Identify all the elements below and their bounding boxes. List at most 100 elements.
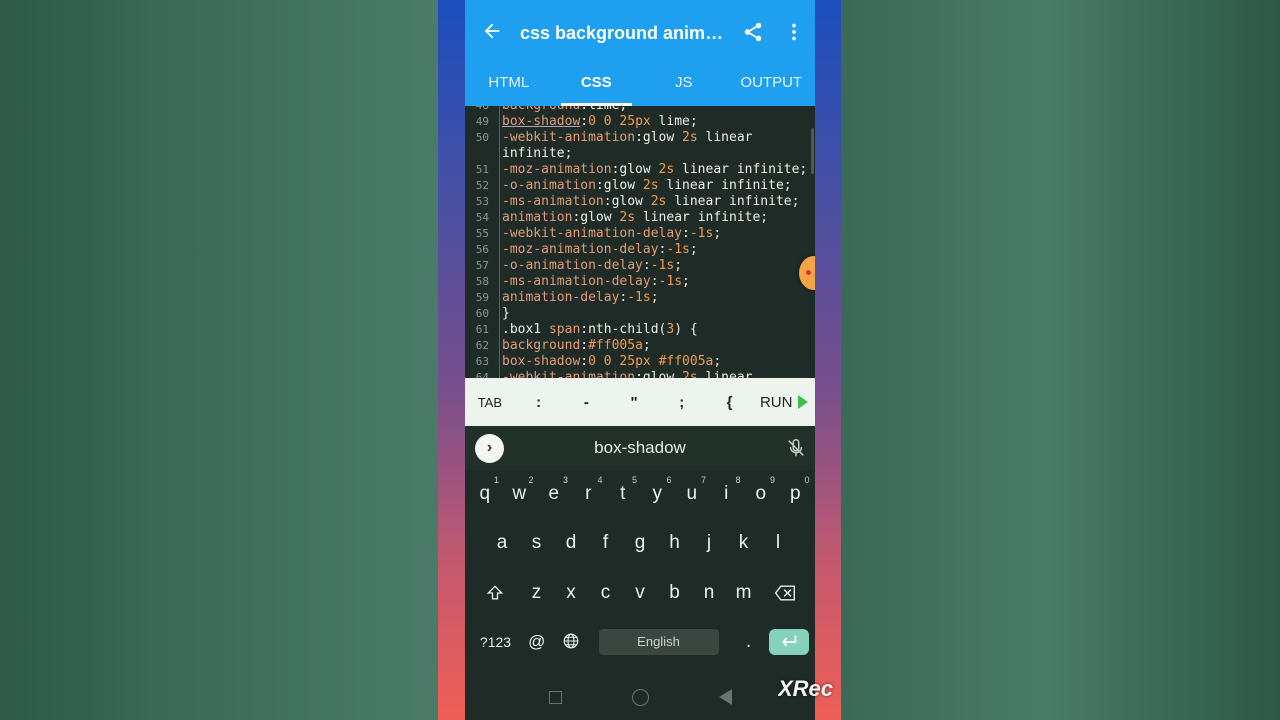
key-e[interactable]: e3	[537, 474, 572, 514]
line-number: 50	[475, 131, 489, 144]
code-line: 62 background:#ff005a;	[465, 338, 815, 354]
code-line: 58 -ms-animation-delay:-1s;	[465, 274, 815, 290]
line-number: 60	[475, 307, 489, 320]
key-letter: t	[620, 483, 626, 504]
line-number: 49	[475, 115, 489, 128]
key-m[interactable]: m	[726, 573, 761, 613]
code-line: 51 -moz-animation:glow 2s linear infinite…	[465, 162, 815, 178]
share-icon[interactable]	[742, 21, 764, 43]
run-button[interactable]: RUN	[753, 394, 815, 411]
key-u[interactable]: u7	[675, 474, 710, 514]
recorder-watermark: XRec	[778, 676, 834, 701]
key-g[interactable]: g	[623, 523, 658, 563]
code-line: 52 -o-animation:glow 2s linear infinite;	[465, 178, 815, 194]
backspace-key[interactable]	[761, 573, 809, 613]
more-vert-icon[interactable]	[783, 21, 805, 43]
tab-html[interactable]: HTML	[465, 66, 553, 106]
code-token: -1s	[650, 258, 675, 273]
line-code: box-shadow:0 0 25px #ff005a;	[493, 354, 721, 370]
code-line: 60}	[465, 306, 815, 322]
line-code: -ms-animation:glow 2s linear infinite;	[493, 194, 799, 210]
key-x[interactable]: x	[554, 573, 589, 613]
key-v[interactable]: v	[623, 573, 658, 613]
code-line: infinite;	[465, 146, 815, 162]
code-editor[interactable]: 48background:lime;49box-shadow:0 0 25px …	[465, 106, 815, 378]
key-a[interactable]: a	[485, 523, 520, 563]
symbol-brace-key[interactable]: {	[706, 394, 754, 411]
code-token: -webkit-animation	[502, 370, 636, 378]
key-y[interactable]: y6	[640, 474, 675, 514]
code-token: animation	[502, 210, 573, 225]
line-number: 64	[475, 371, 489, 378]
code-line: 53 -ms-animation:glow 2s linear infinite;	[465, 194, 815, 210]
enter-key[interactable]	[768, 629, 809, 655]
code-line: 63 box-shadow:0 0 25px #ff005a;	[465, 354, 815, 370]
key-c[interactable]: c	[588, 573, 623, 613]
line-code: -webkit-animation:glow 2s linear	[493, 370, 752, 378]
suggestion-word[interactable]: box-shadow	[465, 438, 815, 458]
code-token: :glow	[572, 210, 620, 225]
key-q[interactable]: q1	[468, 474, 503, 514]
enter-icon	[781, 635, 796, 647]
shift-key[interactable]	[471, 573, 519, 613]
tab-output[interactable]: OUTPUT	[728, 66, 816, 106]
back-arrow-icon[interactable]	[481, 20, 503, 42]
line-code: -webkit-animation:glow 2s linear	[493, 130, 752, 146]
phone-screen: css background anima... HTML CSS JS OUTP…	[465, 0, 815, 720]
period-key[interactable]: .	[729, 622, 769, 662]
code-token: :	[682, 226, 690, 241]
space-bar[interactable]: English	[598, 629, 719, 655]
language-key[interactable]	[554, 622, 589, 662]
key-d[interactable]: d	[554, 523, 589, 563]
key-j[interactable]: j	[692, 523, 727, 563]
editor-scrollbar[interactable]	[811, 128, 814, 174]
code-token: ) {	[674, 322, 698, 337]
code-token: 2s	[642, 178, 659, 193]
run-label: RUN	[759, 393, 793, 411]
key-p[interactable]: p0	[778, 474, 813, 514]
line-code: -o-animation:glow 2s linear infinite;	[493, 178, 792, 194]
key-number-hint: 9	[769, 475, 775, 485]
symbol-semicolon-key[interactable]: ;	[658, 394, 706, 411]
symbol-quote-key[interactable]: "	[610, 394, 658, 411]
nav-back-icon[interactable]	[718, 689, 732, 705]
code-token: :	[580, 114, 589, 129]
page-title: css background anima...	[520, 23, 730, 43]
code-token: -o-animation-delay	[502, 258, 643, 273]
tab-css[interactable]: CSS	[553, 66, 641, 106]
mic-off-icon[interactable]	[785, 436, 807, 460]
key-h[interactable]: h	[657, 523, 692, 563]
key-o[interactable]: o9	[744, 474, 779, 514]
tab-key[interactable]: TAB	[465, 395, 515, 410]
code-line: 56 -moz-animation-delay:-1s;	[465, 242, 815, 258]
key-w[interactable]: w2	[502, 474, 537, 514]
key-b[interactable]: b	[657, 573, 692, 613]
key-s[interactable]: s	[519, 523, 554, 563]
key-f[interactable]: f	[588, 523, 623, 563]
code-token: span	[548, 322, 581, 337]
at-key[interactable]: @	[520, 622, 555, 662]
line-number: 59	[475, 291, 489, 304]
key-i[interactable]: i8	[709, 474, 744, 514]
key-t[interactable]: t5	[606, 474, 641, 514]
code-token: ;	[713, 226, 722, 241]
symbol-colon-key[interactable]: :	[515, 394, 563, 411]
symbols-key[interactable]: ?123	[472, 622, 520, 662]
key-n[interactable]: n	[692, 573, 727, 613]
line-code: background:#ff005a;	[493, 338, 651, 354]
recents-icon[interactable]	[548, 690, 562, 704]
home-icon[interactable]	[631, 688, 649, 706]
symbol-dash-key[interactable]: -	[562, 394, 610, 411]
key-z[interactable]: z	[519, 573, 554, 613]
app-bar: css background anima... HTML CSS JS OUTP…	[465, 0, 815, 106]
key-k[interactable]: k	[726, 523, 761, 563]
key-number-hint: 1	[493, 475, 499, 485]
code-line: 54 animation:glow 2s linear infinite;	[465, 210, 815, 226]
key-number-hint: 2	[528, 475, 534, 485]
tab-js[interactable]: JS	[640, 66, 728, 106]
key-r[interactable]: r4	[571, 474, 606, 514]
code-token: ;	[674, 258, 683, 273]
backspace-icon	[774, 585, 795, 601]
key-l[interactable]: l	[761, 523, 796, 563]
